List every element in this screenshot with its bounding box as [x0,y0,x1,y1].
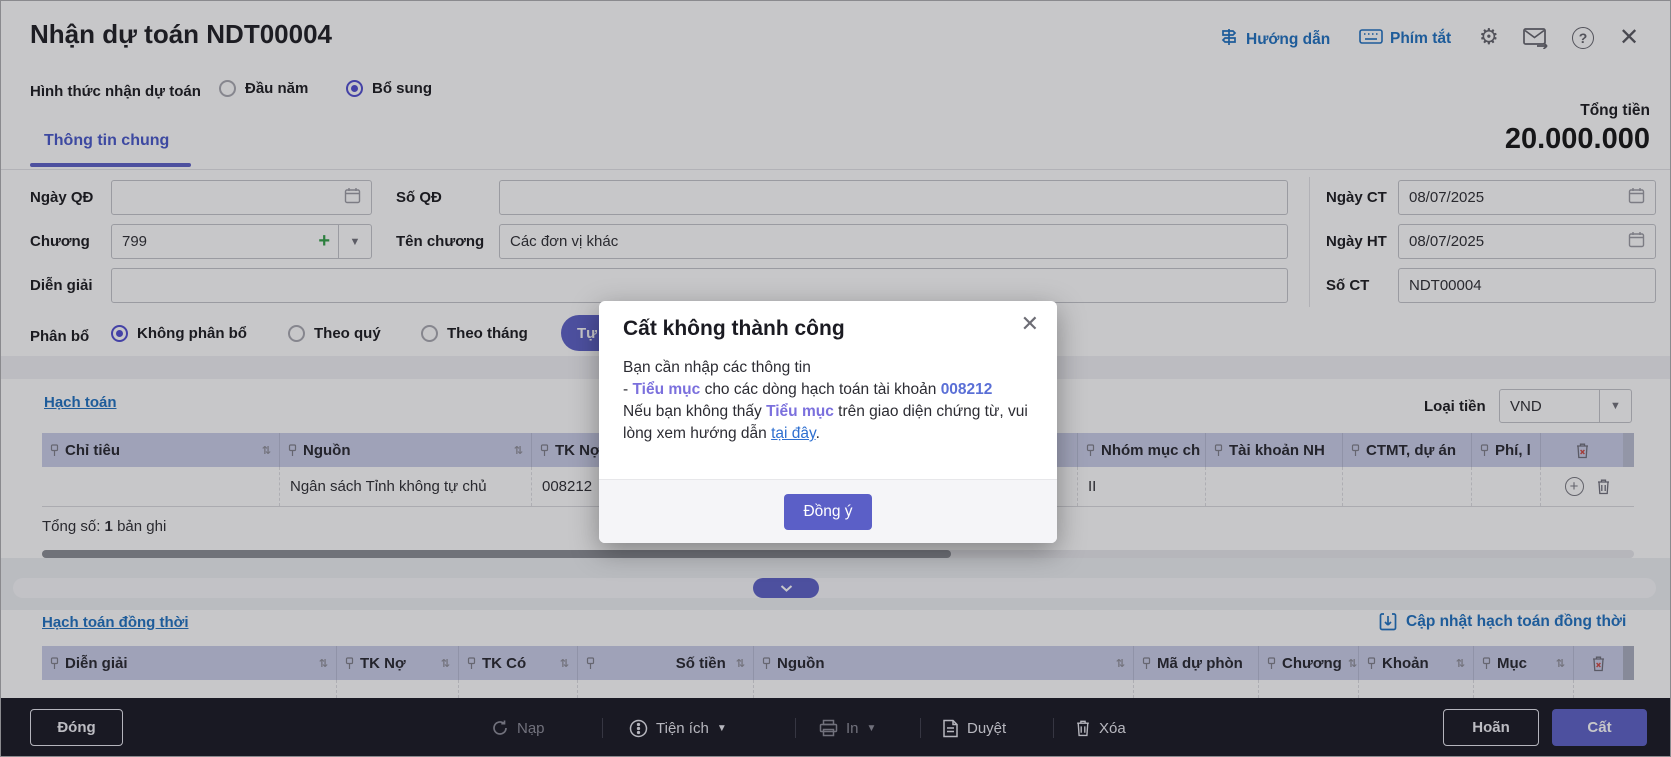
ok-button[interactable]: Đồng ý [784,493,872,530]
here-link[interactable]: tại đây [771,425,816,442]
message-line-1: Bạn cần nhập các thông tin [623,359,811,376]
message-line-2: - Tiểu mục cho các dòng hạch toán tài kh… [623,381,993,398]
tieu-muc-link[interactable]: Tiểu mục [632,381,700,398]
tieu-muc-link[interactable]: Tiểu mục [766,403,834,420]
account-link[interactable]: 008212 [941,381,993,398]
save-failed-dialog: Cất không thành công ✕ Bạn cần nhập các … [599,301,1057,543]
dialog-message: Bạn cần nhập các thông tin - Tiểu mục ch… [623,357,1035,445]
dialog-footer: Đồng ý [599,479,1057,543]
message-line-3: Nếu bạn không thấy Tiểu mục trên giao di… [623,403,1028,442]
dialog-close-icon[interactable]: ✕ [1021,311,1039,337]
window: Nhận dự toán NDT00004 Hướng dẫn Phím tắt… [0,0,1671,757]
dialog-title: Cất không thành công [623,317,845,340]
